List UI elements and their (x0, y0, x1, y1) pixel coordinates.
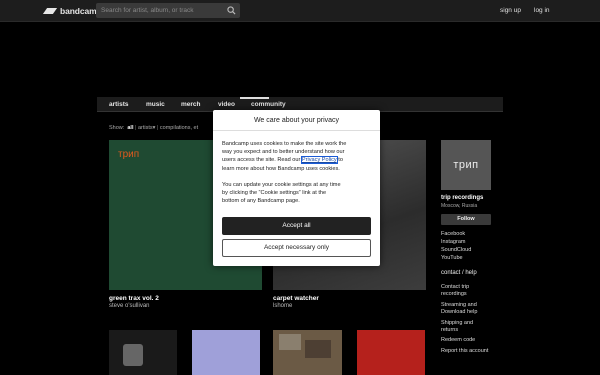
link-youtube[interactable]: YouTube (441, 255, 463, 261)
search-box (96, 3, 240, 18)
link-soundcloud[interactable]: SoundCloud (441, 247, 471, 253)
cookie-text-2: You can update your cookie settings at a… (222, 181, 373, 206)
label-name[interactable]: trip recordings (441, 195, 483, 201)
link-instagram[interactable]: Instagram (441, 239, 465, 245)
cookie-text-1a: Bandcamp uses cookies to make the site w… (222, 141, 347, 147)
search-input[interactable] (96, 3, 224, 18)
tab-music[interactable]: music (146, 101, 165, 108)
log-in-link[interactable]: log in (534, 7, 550, 14)
cookie-text-2c: bottom of any Bandcamp page. (222, 198, 300, 205)
show-label: Show: (109, 125, 125, 131)
cookie-text-1c: users access the site. Read our (222, 157, 302, 164)
contact-help-heading: contact / help (441, 270, 477, 276)
top-bar: bandcamp sign up log in (0, 0, 600, 22)
label-avatar[interactable]: трип (441, 140, 491, 190)
privacy-policy-link[interactable]: Privacy Policy (300, 156, 338, 165)
cookie-text-1: Bandcamp uses cookies to make the site w… (222, 140, 373, 173)
bandcamp-logo-icon (42, 8, 58, 14)
redeem-code-link[interactable]: Redeem code (441, 337, 475, 343)
album-cover[interactable] (192, 330, 260, 375)
cookie-consent-dialog: We care about your privacy Bandcamp uses… (213, 110, 380, 266)
shipping-link-cont[interactable]: returns (441, 327, 458, 333)
contact-link-cont[interactable]: recordings (441, 291, 467, 297)
active-tab-indicator (240, 97, 269, 99)
album-title[interactable]: carpet watcher (273, 295, 319, 302)
album-artist[interactable]: steve o'sullivan (109, 303, 150, 309)
cookie-text-2a: You can update your cookie settings at a… (222, 182, 341, 188)
dialog-title: We care about your privacy (213, 110, 380, 131)
show-filter: Show: all | artists▾ | compilations, et (109, 125, 199, 131)
filter-all[interactable]: all (127, 125, 133, 131)
cookie-text-1d: learn more about how Bandcamp uses cooki… (222, 165, 340, 172)
tab-artists[interactable]: artists (109, 101, 129, 108)
album-cover[interactable] (109, 330, 177, 375)
bandcamp-logo[interactable]: bandcamp (42, 6, 102, 16)
follow-button[interactable]: Follow (441, 214, 491, 225)
contact-link[interactable]: Contact trip (441, 284, 469, 290)
report-account-link[interactable]: Report this account (441, 348, 488, 354)
tab-video[interactable]: video (218, 101, 235, 108)
album-title[interactable]: green trax vol. 2 (109, 295, 159, 302)
album-cover[interactable] (357, 330, 425, 375)
cookie-text-1c-end: to (336, 157, 343, 164)
album-artist[interactable]: lshome (273, 303, 292, 309)
sign-up-link[interactable]: sign up (500, 7, 521, 14)
link-facebook[interactable]: Facebook (441, 231, 465, 237)
tab-community[interactable]: community (251, 101, 286, 108)
accept-all-button[interactable]: Accept all (222, 217, 371, 235)
search-icon[interactable] (227, 6, 236, 15)
cover-logo-text: трип (118, 149, 140, 160)
accept-necessary-button[interactable]: Accept necessary only (222, 239, 371, 257)
filter-compilations[interactable]: compilations, et (160, 125, 198, 131)
label-avatar-text: трип (453, 159, 479, 171)
cookie-text-1b: way you expect and to better understand … (222, 149, 345, 156)
cookie-text-2b: by clicking the “Cookie settings” link a… (222, 190, 327, 197)
chevron-down-icon: ▾ (152, 125, 156, 131)
filter-artists[interactable]: artists (138, 125, 153, 131)
shipping-link[interactable]: Shipping and (441, 320, 473, 326)
streaming-help-link-cont[interactable]: Download help (441, 309, 477, 315)
label-location: Moscow, Russia (441, 203, 478, 209)
streaming-help-link[interactable]: Streaming and (441, 302, 477, 308)
album-cover[interactable] (273, 330, 342, 375)
tab-merch[interactable]: merch (181, 101, 201, 108)
